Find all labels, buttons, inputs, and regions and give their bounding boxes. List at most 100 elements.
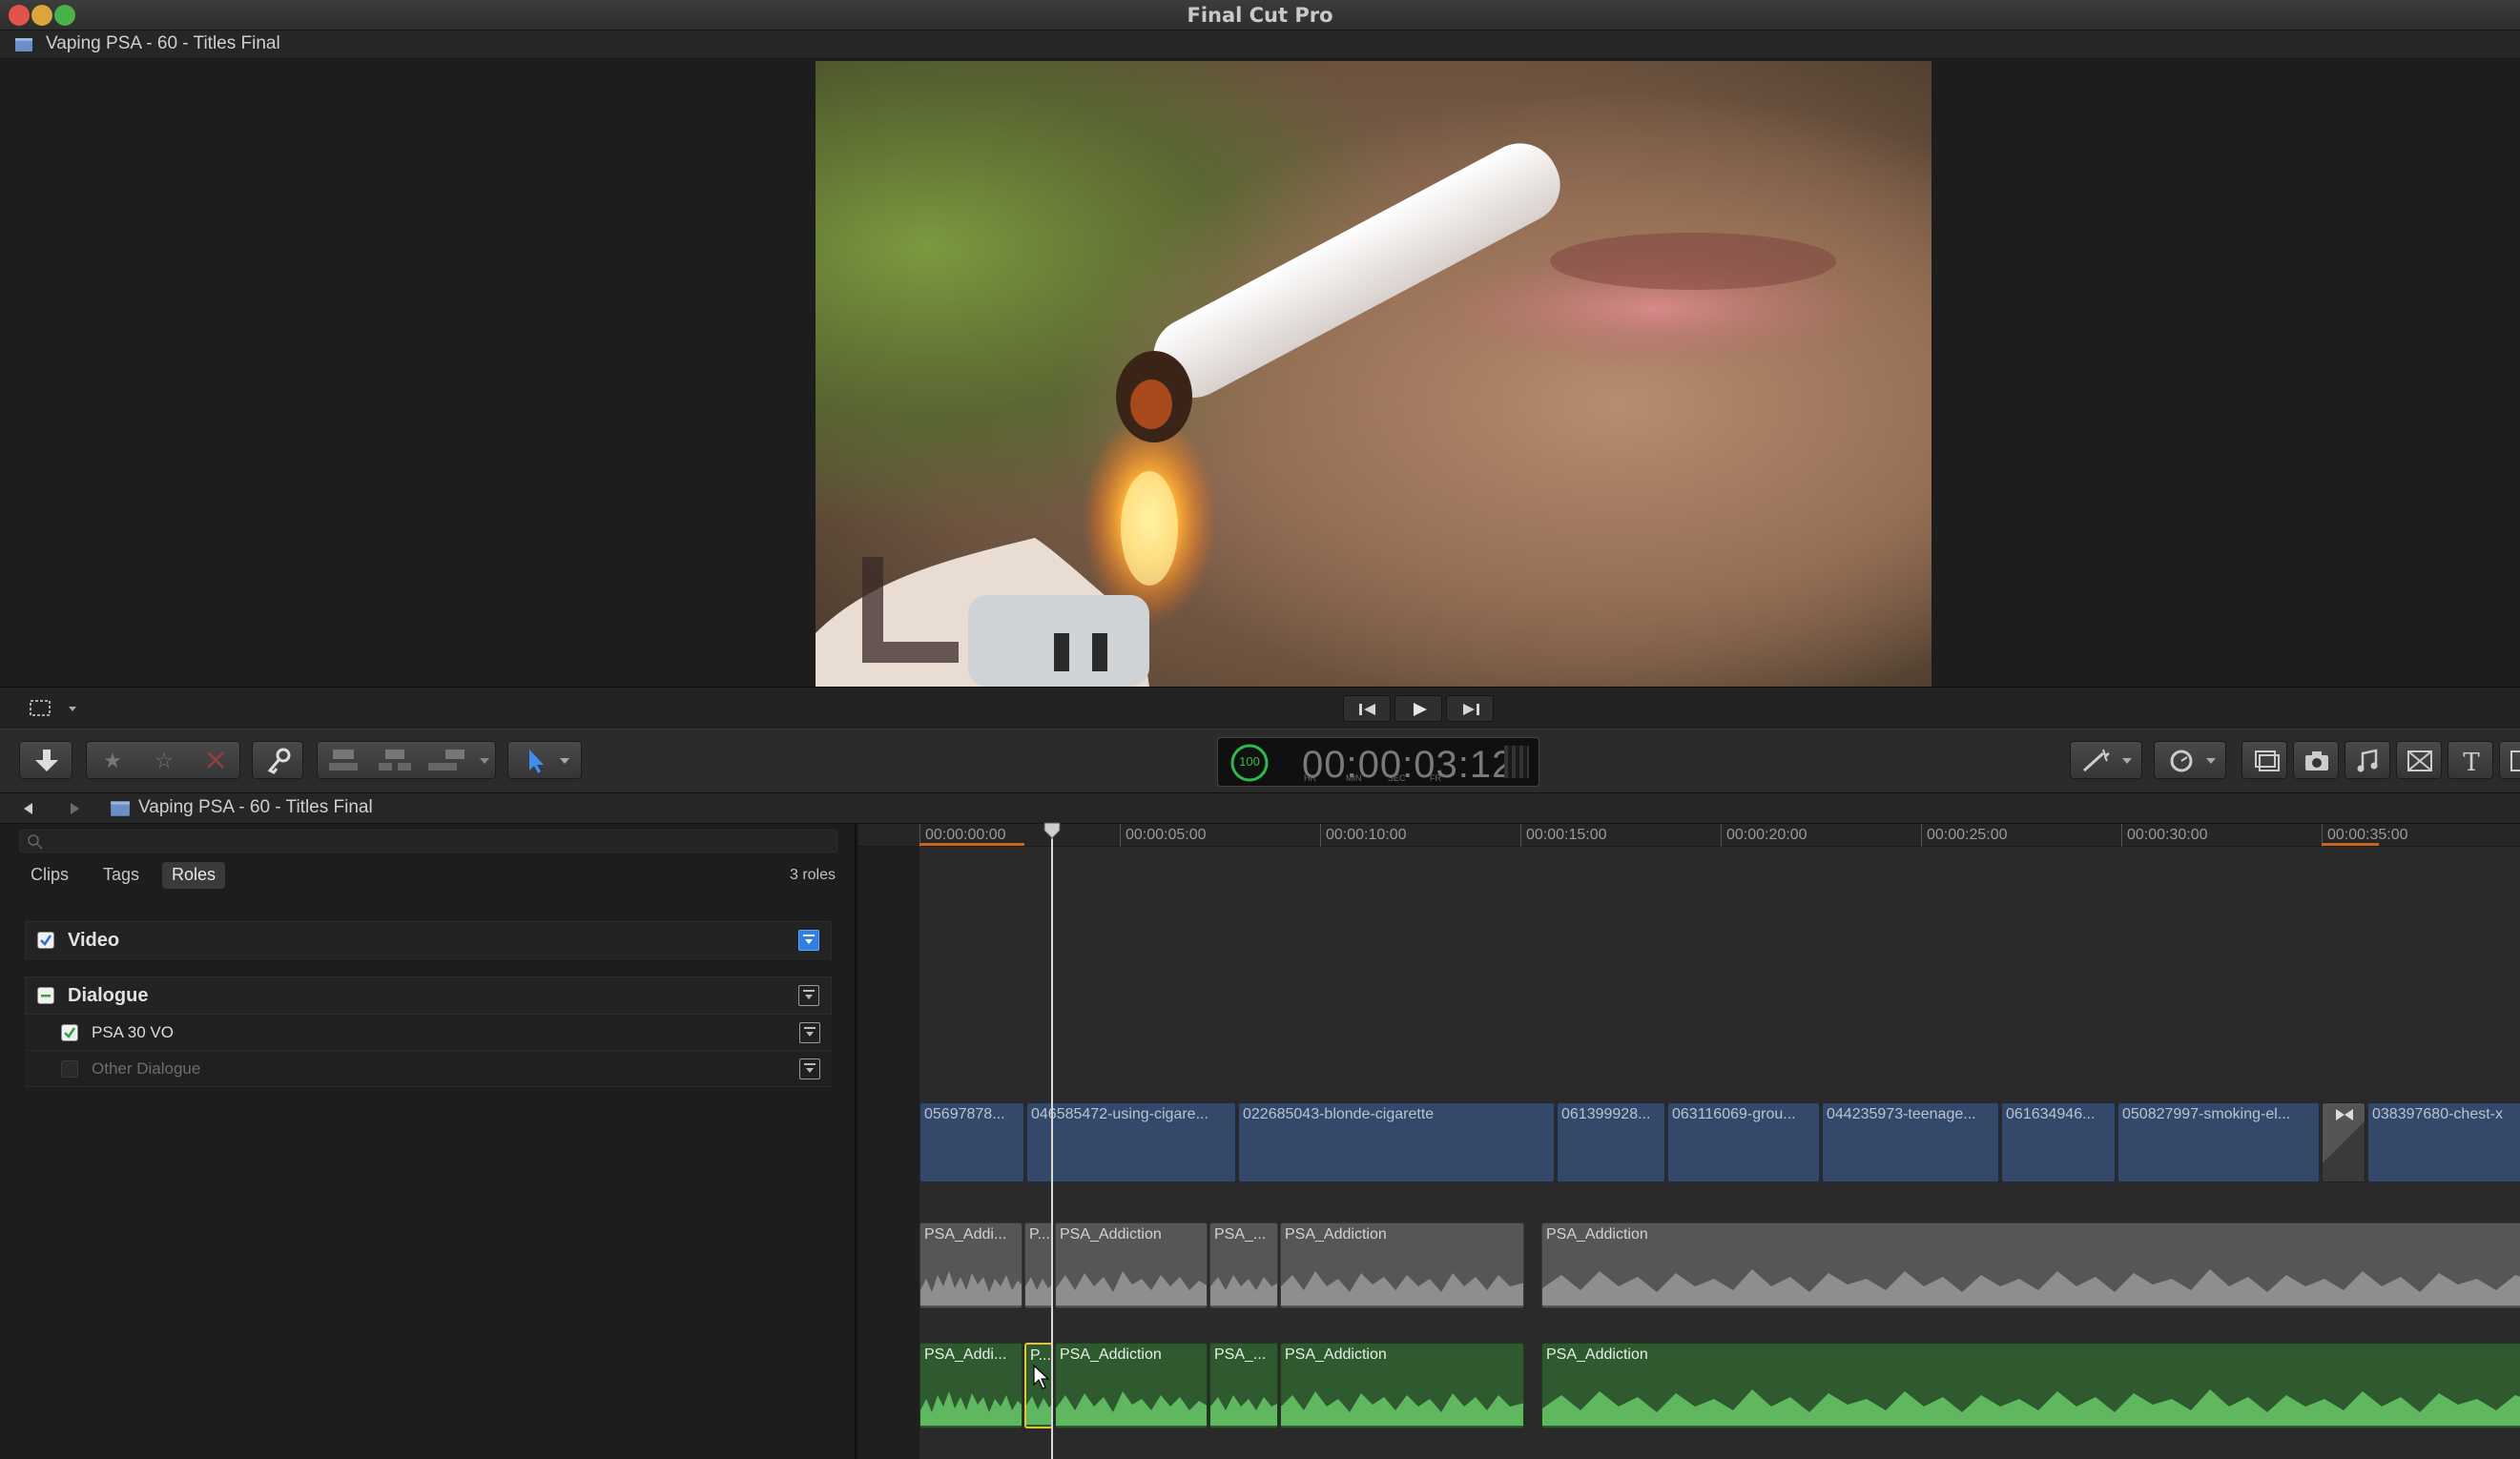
video-clip-label: 046585472-using-cigare... xyxy=(1031,1106,1208,1122)
subrole-label-other-dialogue: Other Dialogue xyxy=(92,1059,201,1078)
timeline-project-title: Vaping PSA - 60 - Titles Final xyxy=(138,797,373,817)
subrole-row-other-dialogue[interactable]: Other Dialogue xyxy=(25,1051,832,1087)
timeline[interactable]: 00:00:00:00 00:00:05:00 00:00:10:00 00:0… xyxy=(858,824,2520,1459)
play-button[interactable] xyxy=(1394,695,1442,722)
role-checkbox-video[interactable] xyxy=(37,932,54,949)
timeline-forward-button[interactable] xyxy=(65,799,84,818)
timecode-unit-sec: SEC xyxy=(1388,773,1406,783)
audio-clip[interactable]: PSA_Addiction xyxy=(1280,1343,1524,1428)
viewer-controls xyxy=(0,687,2520,729)
transitions-browser-button[interactable] xyxy=(2396,741,2442,779)
role-row-dialogue[interactable]: Dialogue xyxy=(25,976,832,1015)
import-button[interactable] xyxy=(19,741,72,779)
video-clip-label: 061634946... xyxy=(2006,1106,2096,1122)
transition[interactable] xyxy=(2322,1102,2365,1182)
insert-clip-button[interactable] xyxy=(369,742,421,778)
unrate-button[interactable]: ☆ xyxy=(138,742,190,778)
video-lane-button[interactable] xyxy=(798,930,819,951)
audio-clip-label: P... xyxy=(1029,1226,1050,1243)
edit-button-group xyxy=(317,741,496,779)
video-clip[interactable]: 061399928... xyxy=(1557,1102,1665,1182)
timeline-back-button[interactable] xyxy=(19,799,38,818)
connect-icon xyxy=(329,750,358,771)
reject-button[interactable] xyxy=(190,742,241,778)
subrole-checkbox-other-dialogue[interactable] xyxy=(61,1060,78,1078)
timecode-percent: 100 xyxy=(1239,754,1260,769)
video-clip[interactable]: 05697878... xyxy=(919,1102,1024,1182)
select-tool-button[interactable] xyxy=(507,741,582,779)
ruler-label: 00:00:25:00 xyxy=(1927,827,2008,843)
tab-roles[interactable]: Roles xyxy=(162,862,226,889)
viewer-header: Vaping PSA - 60 - Titles Final xyxy=(0,31,2520,59)
subrole-checkbox-psa-30-vo[interactable] xyxy=(61,1024,78,1041)
role-row-video[interactable]: Video xyxy=(25,921,832,959)
audio-clip[interactable]: PSA_Addiction xyxy=(1280,1223,1524,1308)
go-to-end-button[interactable] xyxy=(1446,695,1494,722)
audio-waveform xyxy=(920,1391,1022,1426)
camera-browser-button[interactable] xyxy=(2293,741,2339,779)
video-clip[interactable]: 063116069-grou... xyxy=(1667,1102,1820,1182)
video-clip[interactable]: 044235973-teenage... xyxy=(1822,1102,1999,1182)
music-browser-button[interactable] xyxy=(2344,741,2390,779)
audio-clip[interactable]: PSA_Addiction xyxy=(1541,1223,2520,1308)
go-to-start-button[interactable] xyxy=(1343,695,1391,722)
timecode-value: 00:00:03:12 xyxy=(1302,744,1515,786)
audio-waveform xyxy=(1281,1271,1523,1305)
subrole-row-psa-30-vo[interactable]: PSA 30 VO xyxy=(25,1015,832,1051)
video-frame[interactable] xyxy=(816,61,1931,687)
view-options-button[interactable] xyxy=(27,698,84,719)
music-note-icon xyxy=(2357,749,2378,772)
append-clip-button[interactable] xyxy=(421,742,472,778)
playhead-handle-icon[interactable] xyxy=(1043,822,1061,839)
audio-clip[interactable]: PSA_Addi... xyxy=(919,1343,1022,1428)
psa-30-vo-lane-button[interactable] xyxy=(799,1022,820,1043)
tab-tags[interactable]: Tags xyxy=(93,862,149,889)
video-clip[interactable]: 061634946... xyxy=(2001,1102,2116,1182)
mouse-cursor-icon xyxy=(1033,1364,1050,1389)
svg-text:T: T xyxy=(2463,749,2480,777)
keyword-editor-button[interactable] xyxy=(252,741,303,779)
mixed-state-icon xyxy=(41,995,51,997)
video-clip-label: 05697878... xyxy=(924,1106,1005,1122)
search-icon xyxy=(28,834,43,850)
timecode-unit-hr: HR xyxy=(1304,773,1316,783)
retime-button[interactable] xyxy=(2154,741,2226,779)
subrole-label-psa-30-vo: PSA 30 VO xyxy=(92,1023,174,1041)
view-options-icon xyxy=(30,700,76,716)
roles-count: 3 roles xyxy=(789,867,836,883)
generators-browser-button[interactable] xyxy=(2499,741,2520,779)
connect-clip-button[interactable] xyxy=(318,742,369,778)
favorite-button[interactable]: ★ xyxy=(87,742,138,778)
index-search-field[interactable] xyxy=(19,830,837,853)
audio-waveform xyxy=(1210,1395,1277,1426)
audio-meter xyxy=(1504,746,1529,778)
checkmark-icon xyxy=(40,935,52,946)
timecode-unit-min: MIN xyxy=(1346,773,1362,783)
video-clip[interactable]: 038397680-chest-x xyxy=(2367,1102,2520,1182)
timecode-display[interactable]: 100 00:00:03:12 HR MIN SEC FR xyxy=(1217,737,1539,787)
go-to-start-icon xyxy=(1359,704,1375,715)
audio-clip[interactable]: PSA_Addiction xyxy=(1055,1343,1208,1428)
role-checkbox-dialogue[interactable] xyxy=(37,987,54,1004)
video-clip[interactable]: 050827997-smoking-el... xyxy=(2117,1102,2320,1182)
video-clip-label: 061399928... xyxy=(1561,1106,1651,1122)
enhancements-button[interactable] xyxy=(2070,741,2142,779)
range-end-marker xyxy=(2322,843,2379,846)
dialogue-lane-button[interactable] xyxy=(798,985,819,1006)
audio-clip[interactable]: PSA_Addi... xyxy=(919,1223,1022,1308)
go-to-end-icon xyxy=(1463,704,1479,715)
audio-clip[interactable]: PSA_Addiction xyxy=(1541,1343,2520,1428)
audio-clip[interactable]: P... xyxy=(1024,1223,1053,1308)
tab-clips[interactable]: Clips xyxy=(21,862,78,889)
timeline-ruler[interactable]: 00:00:00:00 00:00:05:00 00:00:10:00 00:0… xyxy=(858,824,2520,847)
other-dialogue-lane-button[interactable] xyxy=(799,1058,820,1079)
edit-options-dropdown[interactable] xyxy=(472,742,497,778)
audio-clip[interactable]: PSA_... xyxy=(1209,1343,1278,1428)
video-clip[interactable]: 046585472-using-cigare... xyxy=(1026,1102,1236,1182)
audio-clip[interactable]: PSA_... xyxy=(1209,1223,1278,1308)
titles-browser-button[interactable]: T xyxy=(2448,741,2493,779)
photo-browser-button[interactable] xyxy=(2241,741,2287,779)
video-clip[interactable]: 022685043-blonde-cigarette xyxy=(1238,1102,1555,1182)
audio-clip[interactable]: PSA_Addiction xyxy=(1055,1223,1208,1308)
magic-wand-icon xyxy=(2082,749,2132,772)
